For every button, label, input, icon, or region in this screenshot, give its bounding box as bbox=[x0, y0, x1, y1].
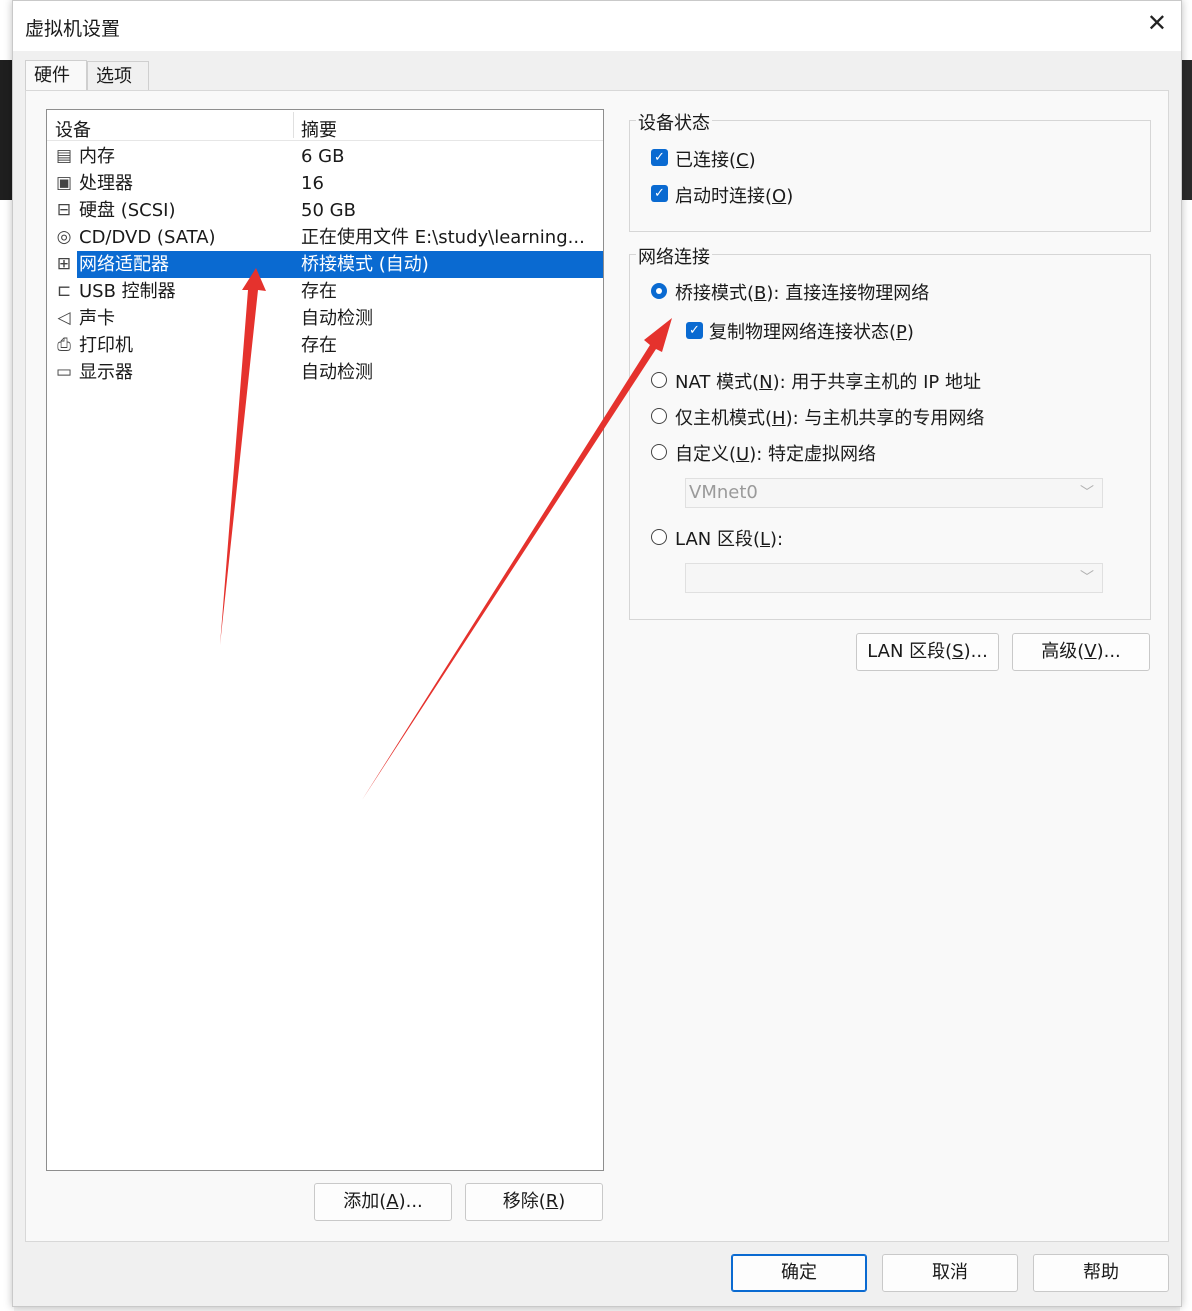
device-summary: 自动检测 bbox=[301, 362, 373, 383]
device-name: 声卡 bbox=[79, 308, 115, 329]
device-name: USB 控制器 bbox=[79, 281, 176, 302]
nat-radio[interactable] bbox=[651, 372, 667, 388]
tab-hardware[interactable]: 硬件 bbox=[25, 60, 87, 92]
lan-segment-label[interactable]: LAN 区段(L): bbox=[675, 525, 783, 551]
cancel-button[interactable]: 取消 bbox=[882, 1254, 1018, 1292]
replicate-state-label[interactable]: 复制物理网络连接状态(P) bbox=[709, 318, 914, 344]
host-only-label[interactable]: 仅主机模式(H): 与主机共享的专用网络 bbox=[675, 404, 984, 430]
chevron-down-icon: ﹀ bbox=[1080, 570, 1094, 586]
device-row[interactable]: ⊏ USB 控制器 存在 bbox=[47, 278, 603, 305]
cd-dvd-icon: ◎ bbox=[56, 227, 72, 247]
host-only-radio[interactable] bbox=[651, 408, 667, 424]
network-connection-label: 网络连接 bbox=[636, 243, 712, 269]
custom-label[interactable]: 自定义(U): 特定虚拟网络 bbox=[675, 440, 876, 466]
title-bar: 虚拟机设置 ✕ bbox=[13, 1, 1181, 51]
device-list[interactable]: 设备 摘要 ▤ 内存 6 GB ▣ 处理器 16 ⊟ 硬盘 (SCSI) 50 GB ◎ CD/DV… bbox=[46, 109, 604, 1171]
hardware-panel: 设备 摘要 ▤ 内存 6 GB ▣ 处理器 16 ⊟ 硬盘 (SCSI) 50 GB ◎ CD/DV… bbox=[25, 90, 1169, 1242]
lan-segments-button[interactable]: LAN 区段(S)... bbox=[856, 633, 999, 671]
column-header-summary[interactable]: 摘要 bbox=[301, 116, 337, 142]
help-button[interactable]: 帮助 bbox=[1033, 1254, 1169, 1292]
tab-options[interactable]: 选项 bbox=[87, 61, 149, 91]
device-name: 打印机 bbox=[79, 335, 133, 356]
bridged-label[interactable]: 桥接模式(B): 直接连接物理网络 bbox=[675, 279, 929, 305]
device-row[interactable]: ▤ 内存 6 GB bbox=[47, 143, 603, 170]
device-summary: 桥接模式 (自动) bbox=[301, 254, 429, 275]
chevron-down-icon: ﹀ bbox=[1080, 485, 1094, 501]
column-header-device[interactable]: 设备 bbox=[55, 116, 91, 142]
device-row[interactable]: ⊞ 网络适配器 桥接模式 (自动) bbox=[47, 251, 603, 278]
device-status-label: 设备状态 bbox=[636, 109, 712, 135]
device-summary: 存在 bbox=[301, 335, 337, 356]
usb-icon: ⊏ bbox=[56, 281, 72, 301]
device-summary: 存在 bbox=[301, 281, 337, 302]
device-name: CD/DVD (SATA) bbox=[79, 227, 216, 248]
custom-radio[interactable] bbox=[651, 444, 667, 460]
device-row[interactable]: ◎ CD/DVD (SATA) 正在使用文件 E:\study\learning..… bbox=[47, 224, 603, 251]
connected-label[interactable]: 已连接(C) bbox=[675, 146, 756, 172]
device-row[interactable]: ▣ 处理器 16 bbox=[47, 170, 603, 197]
vm-settings-dialog: 虚拟机设置 ✕ 硬件 选项 设备 摘要 ▤ 内存 6 GB ▣ 处理器 16 ⊟ 硬盘 (SC… bbox=[12, 0, 1182, 1307]
device-summary: 50 GB bbox=[301, 200, 356, 221]
bridged-radio[interactable] bbox=[651, 283, 667, 299]
device-row[interactable]: ⎙ 打印机 存在 bbox=[47, 332, 603, 359]
device-name: 处理器 bbox=[79, 173, 133, 194]
advanced-button[interactable]: 高级(V)... bbox=[1012, 633, 1150, 671]
device-summary: 16 bbox=[301, 173, 324, 194]
device-summary: 6 GB bbox=[301, 146, 345, 167]
sound-icon: ◁ bbox=[57, 308, 71, 328]
lan-segment-select[interactable]: ﹀ bbox=[685, 563, 1103, 593]
custom-network-value: VMnet0 bbox=[689, 482, 758, 503]
network-adapter-icon: ⊞ bbox=[56, 254, 72, 274]
device-name: 内存 bbox=[79, 146, 115, 167]
device-status-group bbox=[629, 120, 1151, 232]
device-name: 显示器 bbox=[79, 362, 133, 383]
connect-at-power-on-label[interactable]: 启动时连接(O) bbox=[675, 182, 793, 208]
processor-icon: ▣ bbox=[55, 173, 73, 193]
device-name: 网络适配器 bbox=[79, 251, 175, 278]
device-row[interactable]: ◁ 声卡 自动检测 bbox=[47, 305, 603, 332]
window-title: 虚拟机设置 bbox=[25, 18, 121, 40]
add-button[interactable]: 添加(A)... bbox=[314, 1183, 452, 1221]
device-summary: 正在使用文件 E:\study\learning... bbox=[301, 227, 585, 248]
device-row[interactable]: ▭ 显示器 自动检测 bbox=[47, 359, 603, 386]
device-name: 硬盘 (SCSI) bbox=[79, 200, 176, 221]
device-row[interactable]: ⊟ 硬盘 (SCSI) 50 GB bbox=[47, 197, 603, 224]
connect-at-power-on-checkbox[interactable]: ✓ bbox=[651, 185, 668, 202]
connected-checkbox[interactable]: ✓ bbox=[651, 149, 668, 166]
display-icon: ▭ bbox=[55, 362, 73, 382]
ok-button[interactable]: 确定 bbox=[731, 1254, 867, 1292]
custom-network-select[interactable]: VMnet0 ﹀ bbox=[685, 478, 1103, 508]
hard-disk-icon: ⊟ bbox=[56, 200, 72, 220]
device-list-header: 设备 摘要 bbox=[47, 110, 603, 141]
remove-button[interactable]: 移除(R) bbox=[465, 1183, 603, 1221]
printer-icon: ⎙ bbox=[57, 335, 71, 355]
memory-icon: ▤ bbox=[55, 146, 73, 166]
lan-segment-radio[interactable] bbox=[651, 529, 667, 545]
replicate-state-checkbox[interactable]: ✓ bbox=[686, 322, 703, 339]
close-icon[interactable]: ✕ bbox=[1147, 9, 1167, 37]
device-summary: 自动检测 bbox=[301, 308, 373, 329]
nat-label[interactable]: NAT 模式(N): 用于共享主机的 IP 地址 bbox=[675, 368, 981, 394]
